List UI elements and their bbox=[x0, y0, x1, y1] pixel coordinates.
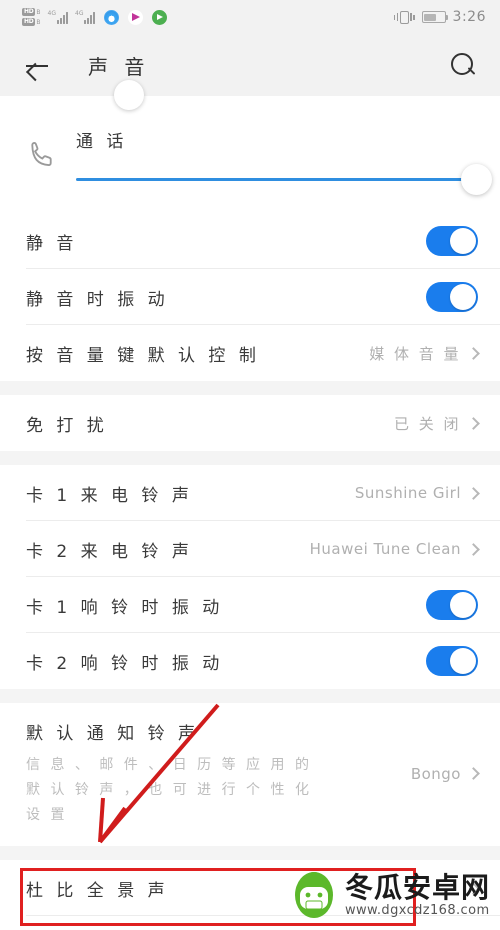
row-volume-key-default[interactable]: 按 音 量 键 默 认 控 制 媒 体 音 量 bbox=[0, 325, 500, 381]
chevron-right-icon bbox=[467, 346, 480, 360]
section-dnd-group: 免 打 扰 已 关 闭 bbox=[0, 395, 500, 451]
mute-toggle[interactable] bbox=[426, 226, 478, 256]
chevron-right-icon bbox=[467, 416, 480, 430]
volte-label-1: HD bbox=[22, 8, 36, 16]
partial-slider-knob-above[interactable] bbox=[114, 80, 144, 110]
chevron-right-icon bbox=[467, 486, 480, 500]
section-divider bbox=[0, 451, 500, 465]
chevron-right-icon bbox=[467, 767, 480, 780]
row-text-group: 默 认 通 知 铃 声 信 息 、 邮 件 、 日 历 等 应 用 的 默 认 … bbox=[26, 719, 411, 828]
call-volume-section: 通 话 bbox=[0, 80, 500, 213]
row-label: 静 音 bbox=[26, 233, 78, 254]
section-divider bbox=[0, 381, 500, 395]
row-label: 卡 1 响 铃 时 振 动 bbox=[26, 597, 224, 618]
signal-bars-1 bbox=[57, 11, 68, 24]
row-label: 静 音 时 振 动 bbox=[26, 289, 169, 310]
row-value-group: 媒 体 音 量 bbox=[369, 343, 480, 364]
status-bar: HD B HD B 4G 4G 3:26 bbox=[0, 0, 500, 34]
signal-bars-2 bbox=[84, 11, 96, 24]
phone-call-icon bbox=[18, 138, 66, 172]
watermark-site-name: 冬瓜安卓网 bbox=[344, 870, 490, 904]
volte-icon-sim2: HD B bbox=[22, 18, 41, 26]
status-bar-right: 3:26 bbox=[393, 9, 486, 25]
signal-icon-sim2: 4G bbox=[75, 9, 96, 24]
vibrate-icon bbox=[393, 10, 415, 24]
row-value-group: 已 关 闭 bbox=[393, 413, 480, 434]
call-volume-slider-group: 通 话 bbox=[66, 127, 492, 195]
volte-sub-2: B bbox=[36, 18, 41, 26]
row-value-group: Huawei Tune Clean bbox=[309, 540, 480, 558]
row-label: 按 音 量 键 默 认 控 制 bbox=[26, 345, 260, 366]
status-bar-left: HD B HD B 4G 4G bbox=[22, 8, 168, 26]
status-bar-clock: 3:26 bbox=[452, 9, 486, 25]
volte-sub-1: B bbox=[36, 8, 41, 16]
row-sim1-ringtone[interactable]: 卡 1 来 电 铃 声 Sunshine Girl bbox=[0, 465, 500, 521]
row-value: Huawei Tune Clean bbox=[309, 540, 461, 558]
network-type-2: 4G bbox=[75, 9, 84, 17]
call-volume-row: 通 话 bbox=[0, 96, 500, 213]
vibrate-on-silent-toggle[interactable] bbox=[426, 282, 478, 312]
back-arrow-icon[interactable] bbox=[22, 50, 52, 80]
row-value: 媒 体 音 量 bbox=[369, 344, 461, 363]
row-label: 卡 2 响 铃 时 振 动 bbox=[26, 653, 224, 674]
watermark-url: www.dgxcdz168.com bbox=[344, 902, 490, 918]
call-volume-label: 通 话 bbox=[76, 132, 128, 152]
section-ringtone-group: 卡 1 来 电 铃 声 Sunshine Girl 卡 2 来 电 铃 声 Hu… bbox=[0, 465, 500, 689]
row-value: 已 关 闭 bbox=[393, 414, 461, 433]
section-divider bbox=[0, 689, 500, 703]
row-title: 默 认 通 知 铃 声 bbox=[26, 724, 200, 744]
volte-icon-sim1: HD B bbox=[22, 8, 41, 16]
sim2-vibrate-toggle[interactable] bbox=[426, 646, 478, 676]
row-vibrate-on-silent[interactable]: 静 音 时 振 动 bbox=[0, 269, 500, 325]
settings-scroll-body[interactable]: 通 话 静 音 静 音 时 振 动 按 音 量 键 默 认 控 制 媒 体 音 … bbox=[0, 80, 500, 930]
row-label: 杜 比 全 景 声 bbox=[26, 880, 169, 901]
call-volume-slider[interactable] bbox=[76, 164, 492, 195]
watermark: 冬瓜安卓网 www.dgxcdz168.com bbox=[291, 870, 490, 920]
watermark-text: 冬瓜安卓网 www.dgxcdz168.com bbox=[344, 870, 490, 918]
row-mute[interactable]: 静 音 bbox=[0, 213, 500, 269]
watermark-logo-icon bbox=[294, 872, 333, 918]
row-label: 卡 1 来 电 铃 声 bbox=[26, 485, 193, 506]
slider-track bbox=[76, 178, 478, 181]
volte-indicators: HD B HD B bbox=[22, 8, 41, 26]
row-do-not-disturb[interactable]: 免 打 扰 已 关 闭 bbox=[0, 395, 500, 451]
media-player-icon bbox=[152, 9, 168, 25]
row-sim2-vibrate-on-ring[interactable]: 卡 2 响 铃 时 振 动 bbox=[0, 633, 500, 689]
section-mute-group: 静 音 静 音 时 振 动 按 音 量 键 默 认 控 制 媒 体 音 量 bbox=[0, 213, 500, 381]
battery-icon bbox=[421, 11, 449, 23]
row-value: Bongo bbox=[410, 764, 461, 783]
row-description: 信 息 、 邮 件 、 日 历 等 应 用 的 默 认 铃 声 ， 也 可 进 … bbox=[26, 757, 312, 823]
phone-screen: HD B HD B 4G 4G 3:26 声 音 通 话 静 音 静 音 时 振… bbox=[0, 0, 500, 930]
section-divider bbox=[0, 846, 500, 860]
chevron-right-icon bbox=[467, 542, 480, 556]
row-value: Sunshine Girl bbox=[354, 484, 461, 502]
volte-label-2: HD bbox=[22, 18, 36, 26]
play-store-icon bbox=[128, 9, 144, 25]
page-title: 声 音 bbox=[88, 54, 150, 79]
network-type-1: 4G bbox=[47, 9, 56, 17]
browser-icon bbox=[104, 9, 120, 25]
sim1-vibrate-toggle[interactable] bbox=[426, 590, 478, 620]
row-value-group: Sunshine Girl bbox=[354, 484, 480, 502]
signal-icon-sim1: 4G bbox=[47, 9, 68, 24]
row-label: 卡 2 来 电 铃 声 bbox=[26, 541, 193, 562]
section-notification-group: 默 认 通 知 铃 声 信 息 、 邮 件 、 日 历 等 应 用 的 默 认 … bbox=[0, 703, 500, 846]
row-label: 免 打 扰 bbox=[26, 415, 108, 436]
row-sim1-vibrate-on-ring[interactable]: 卡 1 响 铃 时 振 动 bbox=[0, 577, 500, 633]
row-value-group: Bongo bbox=[410, 764, 480, 783]
slider-knob[interactable] bbox=[461, 164, 492, 195]
app-header: 声 音 bbox=[0, 34, 500, 96]
search-icon[interactable] bbox=[448, 50, 478, 80]
row-sim2-ringtone[interactable]: 卡 2 来 电 铃 声 Huawei Tune Clean bbox=[0, 521, 500, 577]
row-default-notification-tone[interactable]: 默 认 通 知 铃 声 信 息 、 邮 件 、 日 历 等 应 用 的 默 认 … bbox=[0, 703, 500, 846]
